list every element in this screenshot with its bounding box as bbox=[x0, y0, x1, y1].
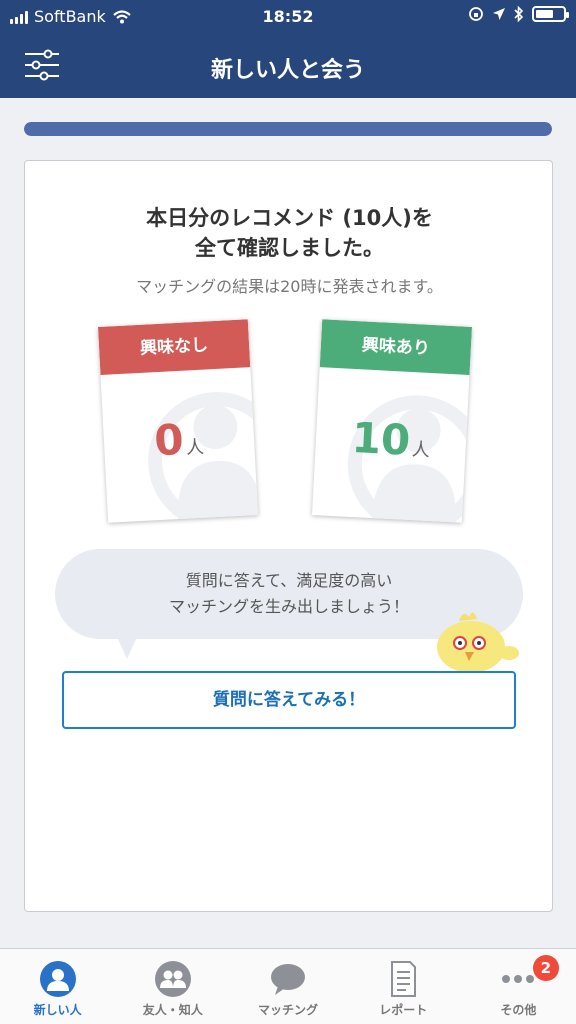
count-unit: 人 bbox=[185, 436, 205, 459]
tab-bar: 新しい人 友人・知人 マッチング レポート 2 その他 bbox=[0, 948, 576, 1024]
interested-label: 興味あり bbox=[319, 319, 473, 375]
interested-count: 10人 bbox=[315, 411, 467, 468]
recommend-summary-card: 本日分のレコメンド (10人)を 全て確認しました。 マッチングの結果は20時に… bbox=[24, 160, 553, 912]
tab-label: マッチング bbox=[258, 1003, 319, 1017]
report-icon bbox=[391, 961, 417, 997]
person-icon bbox=[39, 961, 76, 997]
location-icon bbox=[493, 8, 505, 20]
headline-line-2: 全て確認しました。 bbox=[195, 236, 384, 260]
nav-bar: 新しい人と会う bbox=[0, 34, 576, 98]
progress-fill bbox=[24, 122, 552, 136]
people-icon bbox=[154, 961, 191, 997]
bubble-line-1: 質問に答えて、満足度の高い bbox=[185, 571, 393, 590]
count-unit: 人 bbox=[411, 439, 431, 462]
interested-number: 10 bbox=[350, 412, 412, 465]
tab-new-people[interactable]: 新しい人 bbox=[0, 949, 115, 1024]
chick-mascot-icon bbox=[437, 612, 519, 673]
not-interested-label: 興味なし bbox=[97, 319, 251, 375]
summary-headline: 本日分のレコメンド (10人)を 全て確認しました。 bbox=[25, 203, 554, 263]
tab-more[interactable]: 2 その他 bbox=[461, 949, 576, 1024]
headline-line-1: 本日分のレコメンド (10人)を bbox=[146, 206, 433, 230]
not-interested-card: 興味なし 0人 bbox=[97, 319, 259, 523]
not-interested-count: 0人 bbox=[103, 411, 255, 468]
battery-icon bbox=[532, 6, 569, 22]
tab-label: 友人・知人 bbox=[142, 1003, 203, 1017]
answer-questions-button[interactable]: 質問に答えてみる！ bbox=[62, 671, 516, 729]
result-announcement-text: マッチングの結果は20時に発表されます。 bbox=[136, 277, 443, 296]
tab-label: 新しい人 bbox=[33, 1003, 82, 1017]
tab-friends[interactable]: 友人・知人 bbox=[115, 949, 230, 1024]
not-interested-number: 0 bbox=[153, 414, 185, 466]
status-right bbox=[468, 6, 569, 22]
daily-progress-bar bbox=[24, 122, 552, 136]
tab-report[interactable]: レポート bbox=[346, 949, 461, 1024]
interested-card: 興味あり 10人 bbox=[311, 319, 473, 523]
bluetooth-icon bbox=[514, 6, 524, 22]
rotation-lock-icon bbox=[469, 7, 483, 21]
chat-bubble-icon bbox=[271, 964, 305, 995]
page-title: 新しい人と会う bbox=[210, 58, 365, 83]
tab-label: その他 bbox=[500, 1003, 537, 1017]
status-bar: SoftBank 18:52 bbox=[0, 0, 576, 34]
notification-badge: 2 bbox=[532, 955, 559, 981]
tab-matching[interactable]: マッチング bbox=[230, 949, 345, 1024]
tab-label: レポート bbox=[379, 1003, 428, 1017]
